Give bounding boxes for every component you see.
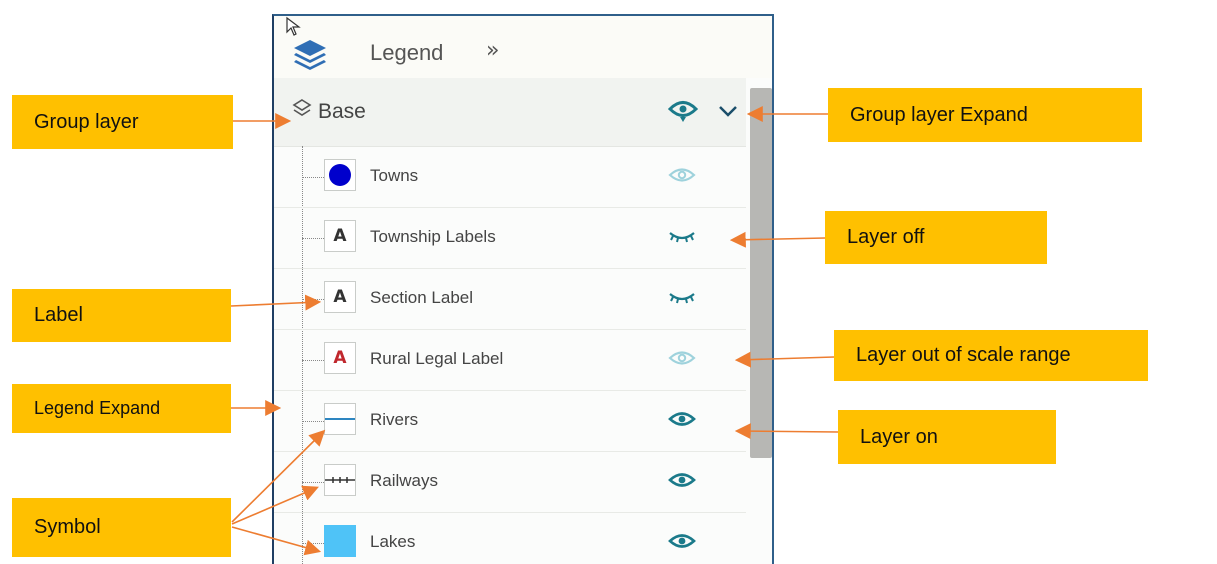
group-layer-row[interactable]: Base — [274, 78, 746, 147]
callout-legend-expand: Legend Expand — [12, 384, 231, 433]
layer-label: Section Label — [370, 288, 474, 307]
group-layer-label: Base — [318, 100, 366, 123]
label-symbol-icon: A — [324, 342, 356, 374]
layer-row-rivers[interactable]: Rivers — [274, 391, 746, 452]
scrollbar[interactable] — [750, 88, 772, 458]
layer-label: Towns — [370, 166, 419, 185]
layer-label: Rivers — [370, 410, 419, 429]
eye-closed-icon[interactable] — [668, 226, 696, 251]
layer-label: Railways — [370, 471, 439, 490]
eye-out-of-scale-icon[interactable] — [668, 165, 696, 190]
legend-panel: Legend » Base Towns A Township Labels A … — [272, 14, 774, 564]
legend-title: Legend — [370, 40, 444, 65]
callout-layer-out-of-scale: Layer out of scale range — [834, 330, 1148, 381]
layer-label: Township Labels — [370, 227, 496, 246]
label-symbol-icon: A — [324, 281, 356, 313]
layer-row-section-label[interactable]: A Section Label — [274, 269, 746, 330]
layer-row-rural-legal-label[interactable]: A Rural Legal Label — [274, 330, 746, 391]
eye-icon[interactable] — [668, 409, 696, 434]
layer-row-lakes[interactable]: Lakes — [274, 513, 746, 564]
callout-label: Label — [12, 289, 231, 342]
layer-row-township-labels[interactable]: A Township Labels — [274, 208, 746, 269]
layer-row-railways[interactable]: Railways — [274, 452, 746, 513]
line-symbol-icon — [324, 403, 356, 435]
legend-header: Legend » — [274, 16, 772, 78]
eye-closed-icon[interactable] — [668, 287, 696, 312]
callout-layer-off: Layer off — [825, 211, 1047, 264]
group-layers-icon — [292, 98, 312, 125]
circle-symbol-icon — [324, 159, 356, 191]
eye-icon[interactable] — [668, 470, 696, 495]
callout-group-layer: Group layer — [12, 95, 233, 149]
callout-group-layer-expand: Group layer Expand — [828, 88, 1142, 142]
square-symbol-icon — [324, 525, 356, 557]
callout-layer-on: Layer on — [838, 410, 1056, 464]
label-symbol-icon: A — [324, 220, 356, 252]
callout-symbol: Symbol — [12, 498, 231, 557]
chevron-down-icon[interactable] — [718, 104, 738, 123]
railway-symbol-icon — [324, 464, 356, 496]
layer-label: Lakes — [370, 532, 416, 551]
legend-expand-button[interactable]: » — [486, 38, 499, 63]
layers-icon — [292, 38, 328, 77]
layer-row-towns[interactable]: Towns — [274, 147, 746, 208]
eye-icon[interactable] — [668, 531, 696, 556]
group-eye-icon[interactable] — [667, 98, 699, 129]
layer-label: Rural Legal Label — [370, 349, 504, 368]
eye-out-of-scale-icon[interactable] — [668, 348, 696, 373]
